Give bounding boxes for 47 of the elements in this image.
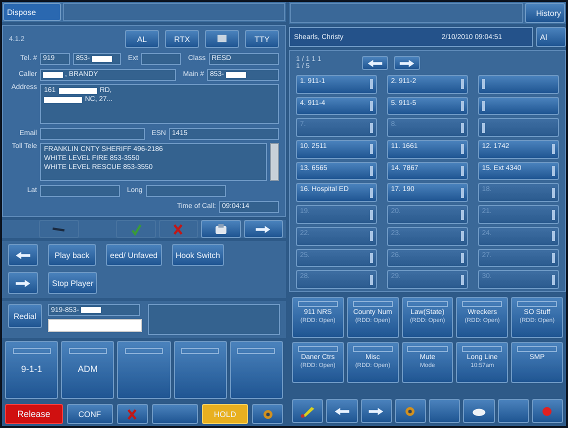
pen-icon xyxy=(298,404,317,418)
arrow-button[interactable] xyxy=(326,399,358,423)
longitude-field[interactable] xyxy=(146,184,226,197)
arrow-button[interactable] xyxy=(244,220,283,238)
conference-button[interactable]: CONF xyxy=(66,404,113,424)
arrow-button[interactable] xyxy=(8,244,38,266)
audio-button[interactable]: eed/ Unfaved xyxy=(106,244,162,266)
redial-button[interactable]: Redial xyxy=(8,304,42,328)
dash-button[interactable] xyxy=(39,220,79,238)
email-field[interactable] xyxy=(40,128,145,140)
redacted-block xyxy=(81,307,102,314)
speed-dial-button[interactable] xyxy=(478,96,559,116)
pen-button[interactable] xyxy=(292,399,324,423)
check-button[interactable] xyxy=(116,220,156,238)
scrollbar[interactable] xyxy=(270,143,279,182)
line-key[interactable]: 9-1-1 xyxy=(5,340,58,400)
redacted-block xyxy=(58,88,97,94)
arrow-button[interactable] xyxy=(360,399,392,423)
stop-button[interactable] xyxy=(532,399,563,423)
redacted-block xyxy=(92,56,112,62)
next-page-button[interactable] xyxy=(394,56,420,70)
line-key[interactable] xyxy=(117,340,171,400)
header-button[interactable]: AL xyxy=(125,30,159,48)
dial-input-field[interactable] xyxy=(48,319,142,332)
audio-button[interactable]: Hook Switch xyxy=(172,244,224,266)
agent-button[interactable]: Al xyxy=(536,27,566,47)
header-button[interactable]: RTX xyxy=(165,30,199,48)
redacted-block xyxy=(43,72,63,78)
speed-dial-button[interactable] xyxy=(478,75,559,94)
blank-button[interactable] xyxy=(152,404,198,424)
latitude-field[interactable] xyxy=(40,184,120,197)
line-key[interactable] xyxy=(230,340,284,400)
history-button[interactable]: History xyxy=(525,3,565,23)
arrow-button[interactable] xyxy=(8,272,38,294)
header-button[interactable]: TTY xyxy=(245,30,279,48)
redacted-block xyxy=(226,72,246,78)
redacted-block xyxy=(44,96,82,103)
previous-page-button[interactable] xyxy=(362,56,388,70)
extension-field[interactable] xyxy=(141,52,182,65)
release-button[interactable]: Release xyxy=(5,404,63,424)
line-key[interactable]: ADM xyxy=(61,340,114,400)
line-key[interactable] xyxy=(174,340,227,400)
audio-button[interactable]: Stop Player xyxy=(48,272,98,294)
cross-button[interactable] xyxy=(116,404,148,424)
dispose-tab[interactable]: Dispose xyxy=(3,3,61,22)
audio-button[interactable]: Play back xyxy=(48,244,96,266)
speed-dial-button[interactable] xyxy=(478,118,559,138)
